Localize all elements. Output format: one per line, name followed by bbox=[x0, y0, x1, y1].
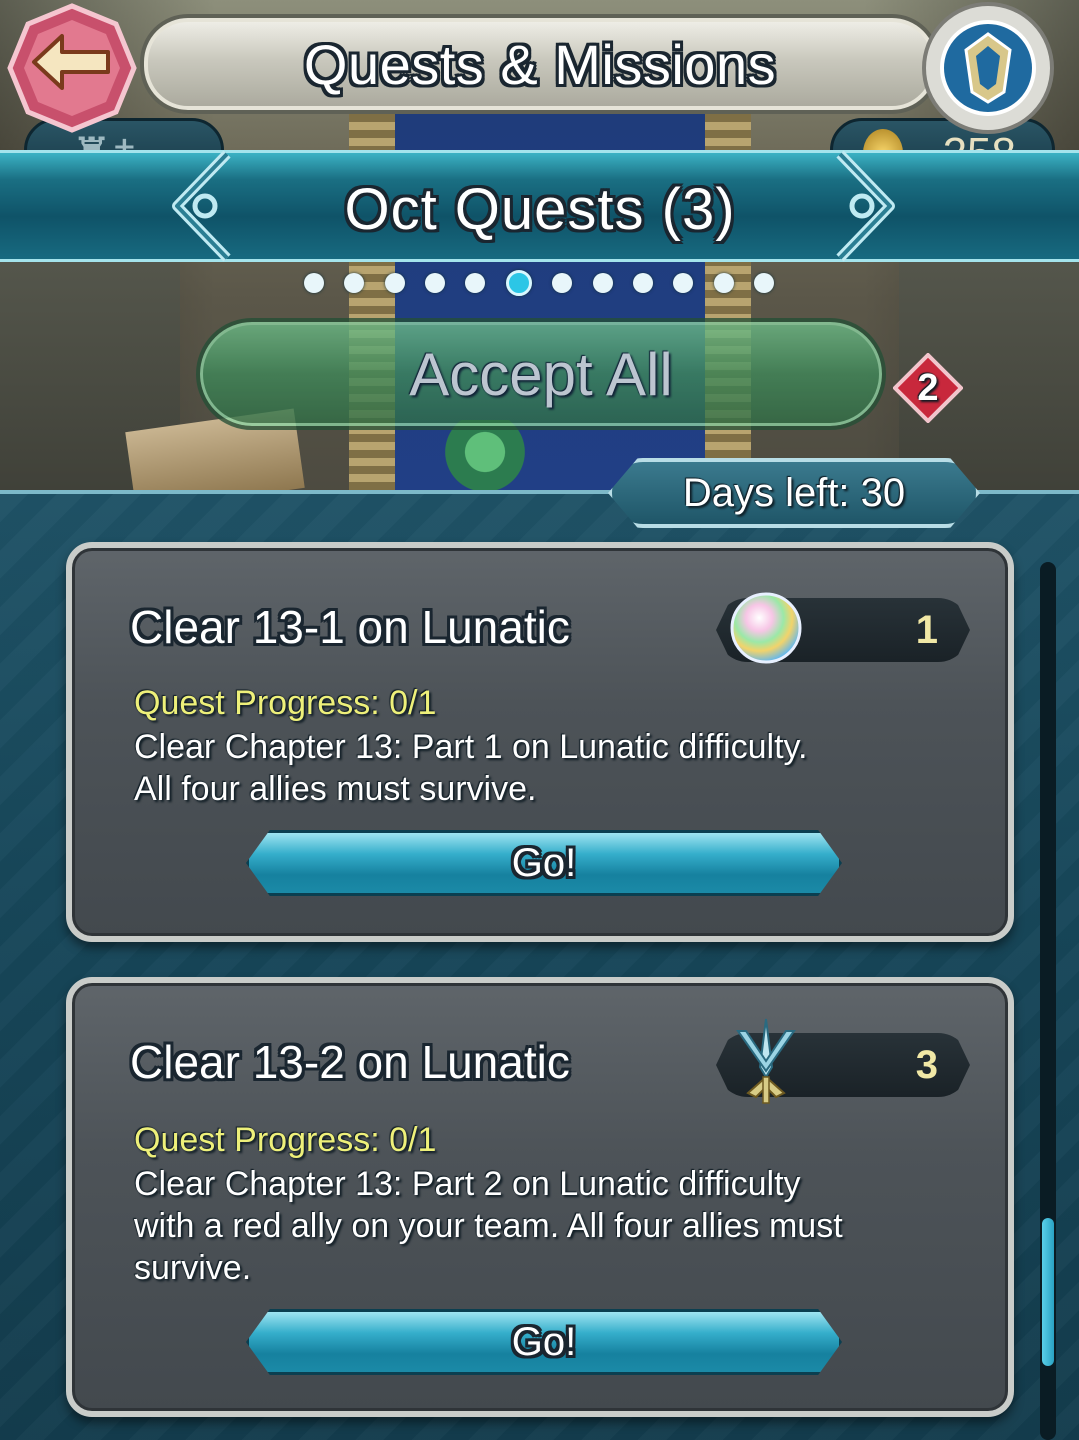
page-title: Quests & Missions bbox=[303, 32, 777, 96]
orb-icon bbox=[730, 592, 802, 664]
chevron-right-icon bbox=[836, 150, 895, 262]
month-selector: Oct Quests (3) bbox=[0, 150, 1079, 262]
month-title: Oct Quests (3) bbox=[344, 176, 736, 242]
sword-crest-icon bbox=[736, 1018, 796, 1104]
page-dot[interactable] bbox=[592, 273, 613, 293]
mynintendo-button[interactable] bbox=[920, 0, 1056, 136]
pending-count-badge: 2 bbox=[892, 352, 964, 424]
badge-count: 2 bbox=[917, 366, 939, 409]
accept-all-label: Accept All bbox=[409, 340, 673, 408]
quest-card: Clear 13-1 on Lunatic 1 Quest Progress: … bbox=[66, 542, 1014, 942]
back-button[interactable] bbox=[4, 0, 140, 136]
go-label: Go! bbox=[511, 840, 577, 885]
mynintendo-emblem-icon bbox=[922, 2, 1054, 134]
description-line: Clear Chapter 13: Part 1 on Lunatic diff… bbox=[134, 728, 808, 766]
scrollbar-thumb[interactable] bbox=[1042, 1218, 1054, 1366]
page-dot[interactable] bbox=[552, 273, 573, 293]
hero-sprite bbox=[440, 420, 530, 500]
next-month-button[interactable] bbox=[822, 148, 902, 264]
quest-card: Clear 13-2 on Lunatic 3 Quest Progress: … bbox=[66, 977, 1014, 1417]
description-line: All four allies must survive. bbox=[134, 770, 537, 808]
quest-progress: Quest Progress: 0/1 bbox=[134, 1121, 437, 1159]
quest-description: Clear Chapter 13: Part 1 on Lunatic diff… bbox=[134, 726, 964, 810]
reward-count: 3 bbox=[915, 1042, 938, 1087]
prev-month-button[interactable] bbox=[165, 148, 245, 264]
go-label: Go! bbox=[511, 1319, 577, 1364]
page-dot[interactable] bbox=[384, 273, 405, 293]
page-dot[interactable] bbox=[304, 273, 324, 293]
title-bar: Quests & Missions bbox=[140, 14, 940, 114]
page-dot[interactable] bbox=[673, 273, 694, 293]
go-button[interactable]: Go! bbox=[246, 830, 842, 896]
page-dot-active[interactable] bbox=[505, 270, 532, 296]
quest-description: Clear Chapter 13: Part 2 on Lunatic diff… bbox=[134, 1163, 964, 1289]
days-left-banner: Days left: 30 bbox=[608, 458, 980, 528]
page-dot[interactable] bbox=[344, 273, 365, 293]
quest-title: Clear 13-1 on Lunatic bbox=[130, 601, 570, 653]
description-line: with a red ally on your team. All four a… bbox=[134, 1207, 843, 1245]
description-line: Clear Chapter 13: Part 2 on Lunatic diff… bbox=[134, 1165, 801, 1203]
back-arrow-icon bbox=[7, 3, 137, 133]
page-dot[interactable] bbox=[713, 273, 734, 293]
page-indicator bbox=[304, 268, 774, 298]
chevron-left-icon bbox=[172, 150, 231, 262]
description-line: survive. bbox=[134, 1249, 252, 1287]
page-dot[interactable] bbox=[632, 273, 653, 293]
days-left-text: Days left: 30 bbox=[682, 470, 906, 515]
quest-title: Clear 13-2 on Lunatic bbox=[130, 1036, 570, 1088]
go-button[interactable]: Go! bbox=[246, 1309, 842, 1375]
page-dot[interactable] bbox=[425, 273, 446, 293]
quest-progress: Quest Progress: 0/1 bbox=[134, 684, 437, 722]
accept-all-button[interactable]: Accept All bbox=[196, 318, 886, 430]
page-dot[interactable] bbox=[465, 273, 486, 293]
reward-count: 1 bbox=[915, 607, 938, 652]
page-dot[interactable] bbox=[753, 273, 774, 293]
